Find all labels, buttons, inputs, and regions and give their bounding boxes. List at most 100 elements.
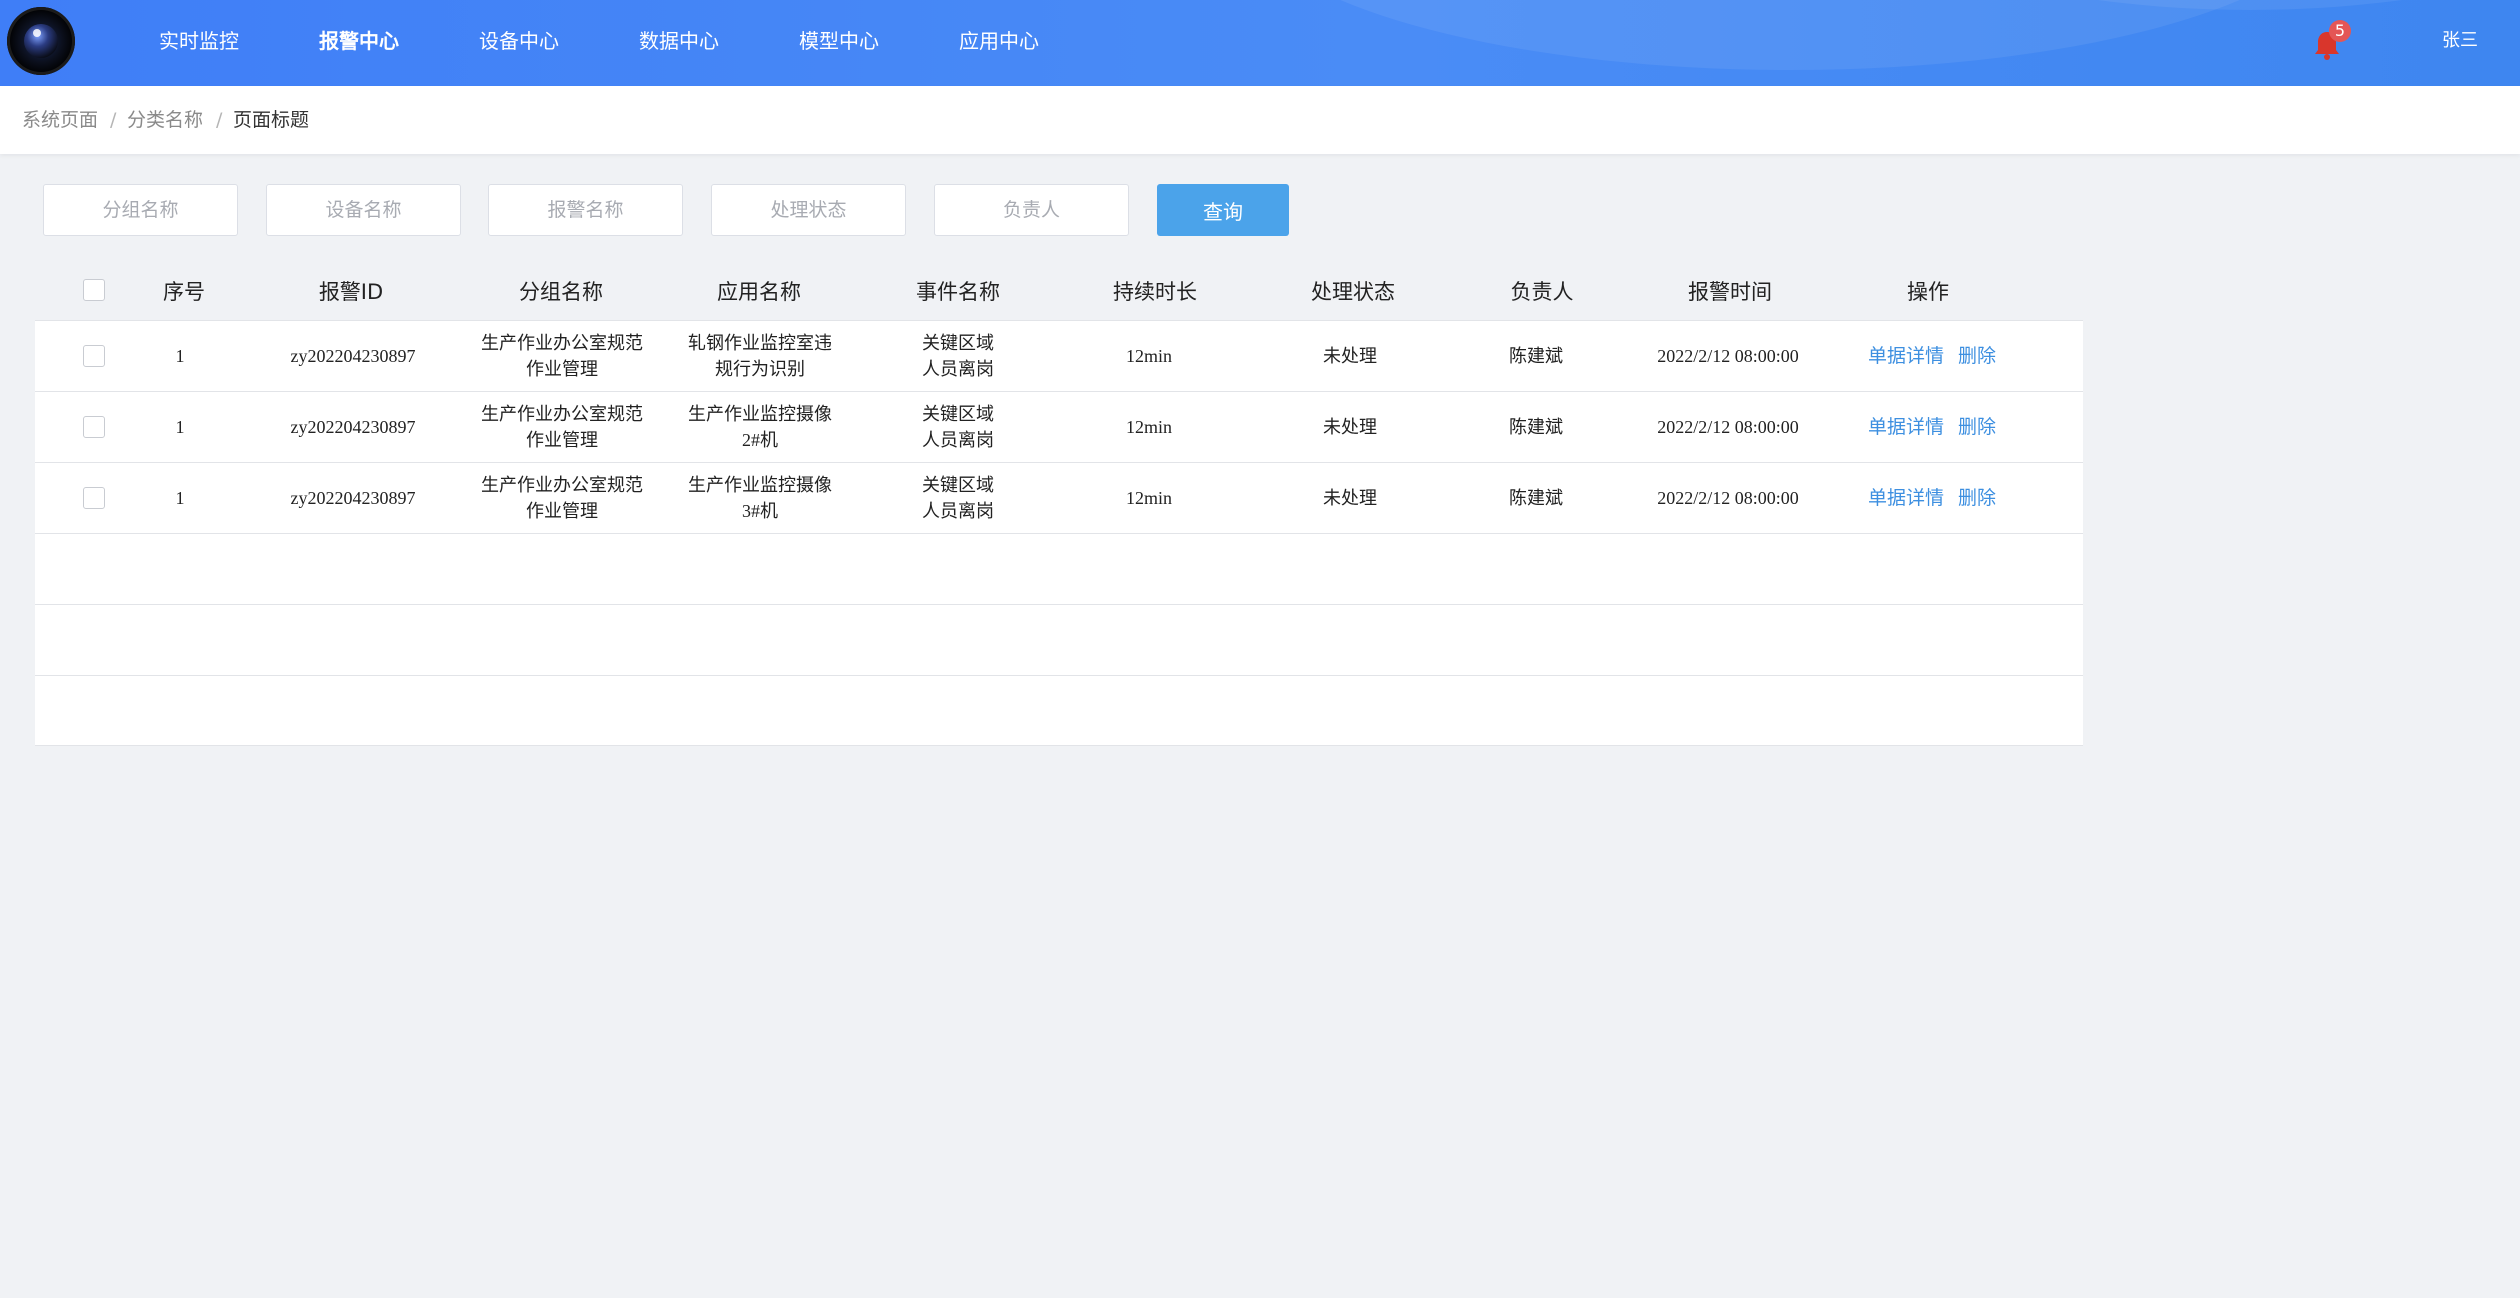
nav-item-device-center[interactable]: 设备中心 [479, 0, 559, 86]
cell-app-line1: 轧钢作业监控室违 [688, 333, 832, 353]
breadcrumb-item-category[interactable]: 分类名称 [127, 86, 203, 154]
owner-input[interactable] [934, 184, 1129, 236]
cell-group-line2: 作业管理 [526, 359, 598, 379]
cell-owner: 陈建斌 [1509, 346, 1563, 366]
cell-app-line1: 生产作业监控摄像 [688, 404, 832, 424]
cell-actions: 单据详情 删除 [1868, 392, 1996, 462]
cell-alarm-id: zy202204230897 [290, 417, 416, 437]
cell-event: 关键区域 人员离岗 [922, 321, 994, 391]
group-name-input[interactable] [43, 184, 238, 236]
cell-app-line2: 2#机 [742, 430, 778, 450]
row-checkbox[interactable] [83, 487, 105, 509]
delete-link[interactable]: 删除 [1958, 343, 1996, 369]
cell-alarm-time: 2022/2/12 08:00:00 [1657, 488, 1799, 508]
cell-event-line2: 人员离岗 [922, 501, 994, 521]
cell-group-line2: 作业管理 [526, 501, 598, 521]
column-header-alarm-id: 报警ID [318, 280, 384, 304]
cell-app: 轧钢作业监控室违 规行为识别 [688, 321, 832, 391]
nav-item-data-center[interactable]: 数据中心 [639, 0, 719, 86]
cell-event-line1: 关键区域 [922, 333, 994, 353]
breadcrumb-item-system[interactable]: 系统页面 [22, 86, 98, 154]
logo-lens [24, 24, 58, 58]
cell-actions: 单据详情 删除 [1868, 321, 1996, 391]
select-all-checkbox[interactable] [83, 279, 105, 301]
cell-group: 生产作业办公室规范 作业管理 [481, 463, 643, 533]
cell-group: 生产作业办公室规范 作业管理 [481, 392, 643, 462]
column-header-owner: 负责人 [1510, 280, 1574, 304]
cell-owner: 陈建斌 [1509, 488, 1563, 508]
cell-event-line1: 关键区域 [922, 404, 994, 424]
row-checkbox[interactable] [83, 416, 105, 438]
cell-group-line2: 作业管理 [526, 430, 598, 450]
cell-alarm-id: zy202204230897 [290, 488, 416, 508]
column-header-event: 事件名称 [916, 280, 1000, 304]
cell-app-line2: 3#机 [742, 501, 778, 521]
delete-link[interactable]: 删除 [1958, 485, 1996, 511]
table-header: 序号 报警ID 分组名称 应用名称 事件名称 持续时长 处理状态 负责人 报警时… [35, 268, 2083, 320]
cell-group: 生产作业办公室规范 作业管理 [481, 321, 643, 391]
cell-app-line1: 生产作业监控摄像 [688, 475, 832, 495]
nav-item-app-center[interactable]: 应用中心 [959, 0, 1039, 86]
row-checkbox[interactable] [83, 345, 105, 367]
detail-link[interactable]: 单据详情 [1868, 485, 1944, 511]
detail-link[interactable]: 单据详情 [1868, 414, 1944, 440]
column-header-app: 应用名称 [717, 280, 801, 304]
column-header-status: 处理状态 [1311, 280, 1395, 304]
table-body: 1 zy202204230897 生产作业办公室规范 作业管理 轧钢作业监控室违规… [35, 320, 2083, 746]
cell-group-line1: 生产作业办公室规范 [481, 404, 643, 424]
cell-status: 未处理 [1323, 417, 1377, 437]
cell-event-line1: 关键区域 [922, 475, 994, 495]
device-name-input[interactable] [266, 184, 461, 236]
cell-duration: 12min [1125, 346, 1173, 366]
cell-actions: 单据详情 删除 [1868, 463, 1996, 533]
column-header-alarm-time: 报警时间 [1688, 280, 1772, 304]
header-wave-decoration [1240, 0, 2340, 70]
nav-item-realtime-monitoring[interactable]: 实时监控 [159, 0, 239, 86]
cell-event-line2: 人员离岗 [922, 430, 994, 450]
cell-owner: 陈建斌 [1509, 417, 1563, 437]
cell-index: 1 [175, 346, 185, 366]
cell-duration: 12min [1125, 488, 1173, 508]
column-header-duration: 持续时长 [1113, 280, 1197, 304]
cell-event: 关键区域 人员离岗 [922, 463, 994, 533]
cell-status: 未处理 [1323, 488, 1377, 508]
status-input[interactable] [711, 184, 906, 236]
cell-app: 生产作业监控摄像 2#机 [688, 392, 832, 462]
alarm-name-input[interactable] [488, 184, 683, 236]
breadcrumb-item-current: 页面标题 [233, 109, 310, 131]
cell-duration: 12min [1125, 417, 1173, 437]
table-row: 1 zy202204230897 生产作业办公室规范 作业管理 轧钢作业监控室违规… [35, 320, 2083, 391]
cell-index: 1 [175, 488, 185, 508]
logo-glint [33, 29, 41, 37]
nav-item-model-center[interactable]: 模型中心 [799, 0, 879, 86]
breadcrumb-separator: / [216, 109, 223, 131]
cell-group-line1: 生产作业办公室规范 [481, 333, 643, 353]
breadcrumb-separator: / [110, 109, 117, 131]
notification-badge: 5 [2329, 20, 2351, 42]
detail-link[interactable]: 单据详情 [1868, 343, 1944, 369]
empty-table-row [35, 675, 2083, 746]
nav-item-alarm-center[interactable]: 报警中心 [319, 0, 399, 86]
camera-lens-logo [7, 7, 75, 75]
table-row: 1 zy202204230897 生产作业办公室规范 作业管理 生产作业监控摄像 3… [35, 462, 2083, 533]
user-name[interactable]: 张三 [2442, 0, 2478, 86]
cell-alarm-time: 2022/2/12 08:00:00 [1657, 417, 1799, 437]
empty-table-row [35, 533, 2083, 604]
breadcrumb: 系统页面 / 分类名称 / 页面标题 [0, 86, 2520, 154]
cell-status: 未处理 [1323, 346, 1377, 366]
cell-app-line2: 规行为识别 [715, 359, 805, 379]
empty-table-row [35, 604, 2083, 675]
column-header-actions: 操作 [1907, 280, 1949, 304]
cell-alarm-time: 2022/2/12 08:00:00 [1657, 346, 1799, 366]
cell-event-line2: 人员离岗 [922, 359, 994, 379]
cell-index: 1 [175, 417, 185, 437]
cell-event: 关键区域 人员离岗 [922, 392, 994, 462]
cell-group-line1: 生产作业办公室规范 [481, 475, 643, 495]
column-header-index: 序号 [163, 280, 205, 304]
delete-link[interactable]: 删除 [1958, 414, 1996, 440]
top-nav-bar: 实时监控 报警中心 设备中心 数据中心 模型中心 应用中心 5 张三 [0, 0, 2520, 86]
cell-alarm-id: zy202204230897 [290, 346, 416, 366]
query-button[interactable]: 查询 [1157, 184, 1289, 236]
table-row: 1 zy202204230897 生产作业办公室规范 作业管理 生产作业监控摄像 2… [35, 391, 2083, 462]
column-header-group: 分组名称 [519, 280, 603, 304]
